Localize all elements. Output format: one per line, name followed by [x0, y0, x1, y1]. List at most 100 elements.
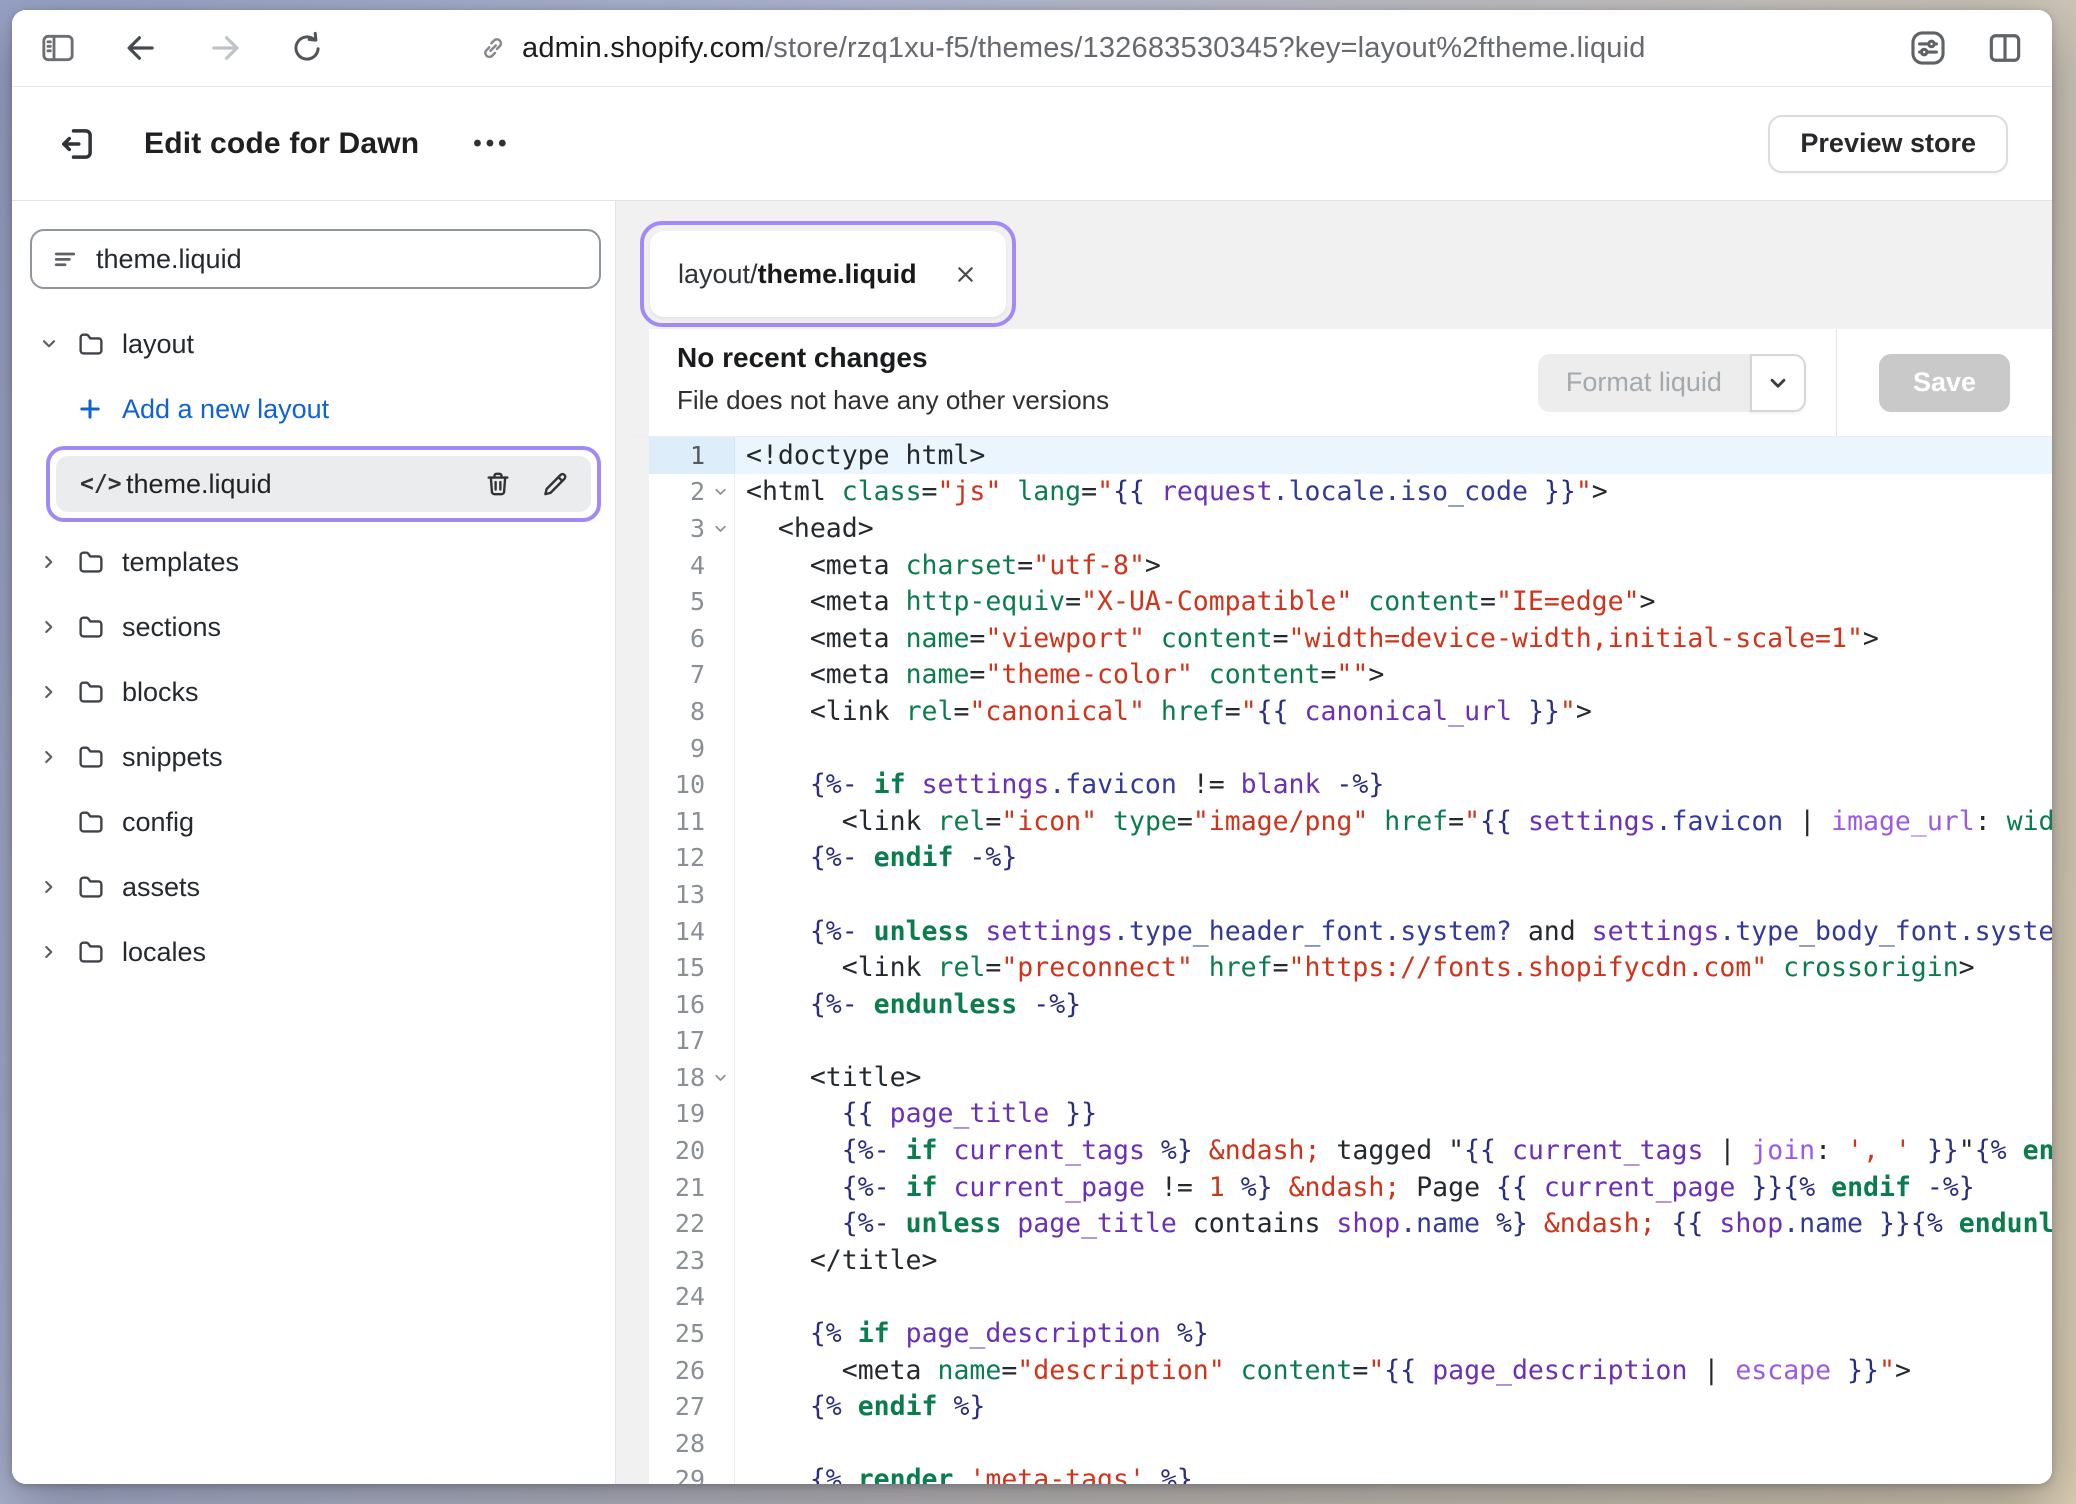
chevron-right-icon[interactable] [30, 551, 76, 573]
code-line[interactable]: 7 <meta name="theme-color" content=""> [649, 657, 2052, 694]
delete-file-icon[interactable] [483, 469, 513, 499]
code-line-text[interactable]: <!doctype html> [735, 440, 2052, 471]
code-line-text[interactable]: <meta name="theme-color" content=""> [735, 659, 2052, 690]
exit-editor-icon[interactable] [56, 123, 98, 165]
code-line[interactable]: 19 {{ page_title }} [649, 1096, 2052, 1133]
chevron-down-icon[interactable] [30, 333, 76, 355]
sidebar-item-label: snippets [122, 742, 223, 773]
line-number: 23 [649, 1242, 735, 1279]
url-path: /store/rzq1xu-f5/themes/132683530345?key… [765, 32, 1646, 64]
chevron-right-icon[interactable] [30, 941, 76, 963]
code-line-text[interactable]: {%- if current_page != 1 %} &ndash; Page… [735, 1172, 2052, 1203]
code-line-text[interactable]: {% render 'meta-tags' %} [735, 1464, 2052, 1484]
code-line-text[interactable]: <head> [735, 513, 2052, 544]
reload-icon[interactable] [288, 29, 326, 67]
code-line-text[interactable]: <link rel="preconnect" href="https://fon… [735, 952, 2052, 983]
code-line-text[interactable]: <html class="js" lang="{{ request.locale… [735, 476, 2052, 507]
status-subtitle: File does not have any other versions [677, 385, 1538, 416]
code-line[interactable]: 9 [649, 730, 2052, 767]
more-actions-icon[interactable]: ••• [473, 132, 510, 156]
sidebar-item-assets[interactable]: assets [30, 862, 601, 912]
filter-value: theme.liquid [96, 244, 242, 275]
close-icon[interactable] [953, 262, 978, 287]
code-line[interactable]: 17 [649, 1023, 2052, 1060]
sidebar-item-config[interactable]: config [30, 797, 601, 847]
code-line-text[interactable]: {%- unless settings.type_header_font.sys… [735, 916, 2052, 947]
sidebar-item-sections[interactable]: sections [30, 602, 601, 652]
code-line[interactable]: 13 [649, 876, 2052, 913]
code-line[interactable]: 4 <meta charset="utf-8"> [649, 547, 2052, 584]
code-line-text[interactable]: <meta name="viewport" content="width=dev… [735, 623, 2052, 654]
file-filter-input[interactable]: theme.liquid [30, 229, 601, 289]
code-line[interactable]: 29 {% render 'meta-tags' %} [649, 1462, 2052, 1484]
back-icon[interactable] [122, 29, 160, 67]
code-line-text[interactable]: </title> [735, 1245, 2052, 1276]
fold-icon[interactable] [707, 1069, 734, 1086]
code-line-text[interactable]: {%- unless page_title contains shop.name… [735, 1208, 2052, 1239]
code-line[interactable]: 18 <title> [649, 1059, 2052, 1096]
code-line-text[interactable]: <meta http-equiv="X-UA-Compatible" conte… [735, 586, 2052, 617]
browser-toolbar: admin.shopify.com/store/rzq1xu-f5/themes… [12, 10, 2052, 87]
code-editor[interactable]: 1<!doctype html>2<html class="js" lang="… [616, 437, 2052, 1484]
code-line[interactable]: 3 <head> [649, 510, 2052, 547]
split-view-icon[interactable] [1984, 27, 2026, 69]
code-line[interactable]: 10 {%- if settings.favicon != blank -%} [649, 766, 2052, 803]
code-line[interactable]: 15 <link rel="preconnect" href="https://… [649, 949, 2052, 986]
code-line[interactable]: 28 [649, 1425, 2052, 1462]
code-line[interactable]: 12 {%- endif -%} [649, 840, 2052, 877]
fold-icon[interactable] [707, 483, 734, 500]
address-bar[interactable]: admin.shopify.com/store/rzq1xu-f5/themes… [478, 32, 1646, 65]
sidebar-item-locales[interactable]: locales [30, 927, 601, 977]
chevron-right-icon[interactable] [30, 616, 76, 638]
code-line[interactable]: 21 {%- if current_page != 1 %} &ndash; P… [649, 1169, 2052, 1206]
code-line[interactable]: 25 {% if page_description %} [649, 1315, 2052, 1352]
sidebar-item-label: Add a new layout [122, 394, 329, 425]
chevron-right-icon[interactable] [30, 681, 76, 703]
code-line[interactable]: 22 {%- unless page_title contains shop.n… [649, 1205, 2052, 1242]
sidebar-item-blocks[interactable]: blocks [30, 667, 601, 717]
code-line-text[interactable]: <meta name="description" content="{{ pag… [735, 1355, 2052, 1386]
add-layout-button[interactable]: Add a new layout [30, 384, 601, 434]
code-line-text[interactable]: {{ page_title }} [735, 1098, 2052, 1129]
code-line-text[interactable]: <meta charset="utf-8"> [735, 550, 2052, 581]
code-line[interactable]: 26 <meta name="description" content="{{ … [649, 1352, 2052, 1389]
preview-store-button[interactable]: Preview store [1768, 115, 2008, 173]
code-line[interactable]: 14 {%- unless settings.type_header_font.… [649, 913, 2052, 950]
forward-icon[interactable] [206, 29, 244, 67]
code-line-text[interactable]: <link rel="icon" type="image/png" href="… [735, 806, 2052, 837]
code-line-text[interactable]: <link rel="canonical" href="{{ canonical… [735, 696, 2052, 727]
fold-icon[interactable] [707, 520, 734, 537]
sidebar-toggle-icon[interactable] [38, 28, 78, 68]
code-line-text[interactable]: {% endif %} [735, 1391, 2052, 1422]
code-line[interactable]: 11 <link rel="icon" type="image/png" hre… [649, 803, 2052, 840]
code-line[interactable]: 23 </title> [649, 1242, 2052, 1279]
rename-file-icon[interactable] [541, 469, 571, 499]
code-line-text[interactable]: {%- if settings.favicon != blank -%} [735, 769, 2052, 800]
code-line[interactable]: 20 {%- if current_tags %} &ndash; tagged… [649, 1132, 2052, 1169]
code-line[interactable]: 6 <meta name="viewport" content="width=d… [649, 620, 2052, 657]
save-button[interactable]: Save [1879, 354, 2010, 412]
tab-theme-liquid[interactable]: layout/theme.liquid [650, 231, 1006, 317]
code-line-text[interactable]: {%- endunless -%} [735, 989, 2052, 1020]
chevron-down-icon[interactable] [1750, 354, 1806, 412]
code-line[interactable]: 1<!doctype html> [649, 437, 2052, 474]
code-line[interactable]: 27 {% endif %} [649, 1388, 2052, 1425]
code-line[interactable]: 16 {%- endunless -%} [649, 986, 2052, 1023]
format-liquid-button[interactable]: Format liquid [1538, 354, 1806, 412]
page-settings-icon[interactable] [1906, 26, 1950, 70]
code-line-text[interactable]: {% if page_description %} [735, 1318, 2052, 1349]
sidebar-item-layout[interactable]: layout [30, 319, 601, 369]
sidebar-item-templates[interactable]: templates [30, 537, 601, 587]
code-line[interactable]: 2<html class="js" lang="{{ request.local… [649, 474, 2052, 511]
sidebar-item-snippets[interactable]: snippets [30, 732, 601, 782]
chevron-right-icon[interactable] [30, 876, 76, 898]
sidebar-item-theme-liquid[interactable]: </>theme.liquid [56, 456, 591, 512]
code-line[interactable]: 8 <link rel="canonical" href="{{ canonic… [649, 693, 2052, 730]
code-line-text[interactable]: {%- if current_tags %} &ndash; tagged "{… [735, 1135, 2052, 1166]
browser-window: admin.shopify.com/store/rzq1xu-f5/themes… [12, 10, 2052, 1484]
code-line-text[interactable]: {%- endif -%} [735, 842, 2052, 873]
code-line[interactable]: 24 [649, 1279, 2052, 1316]
code-line-text[interactable]: <title> [735, 1062, 2052, 1093]
chevron-right-icon[interactable] [30, 746, 76, 768]
code-line[interactable]: 5 <meta http-equiv="X-UA-Compatible" con… [649, 583, 2052, 620]
